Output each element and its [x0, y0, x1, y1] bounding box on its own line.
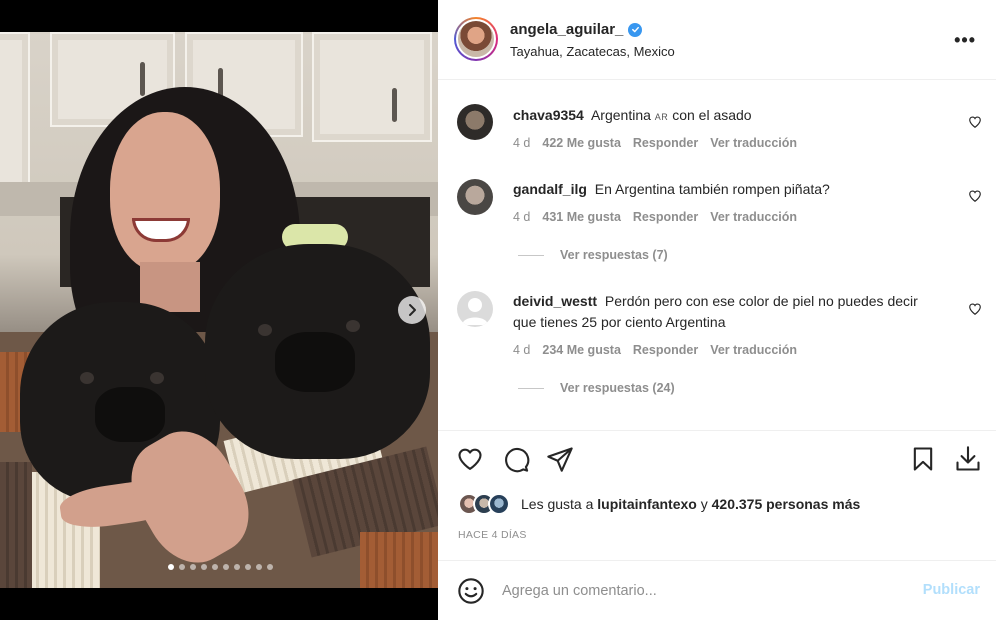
comment-age[interactable]: 4 d: [513, 210, 530, 224]
carousel-dot: [256, 564, 262, 570]
carousel-dot: [168, 564, 174, 570]
photo-cabinet-handle: [392, 88, 397, 122]
carousel-dot: [245, 564, 251, 570]
photo-pug-muzzle: [95, 387, 165, 442]
replies-divider: [518, 254, 544, 256]
commenter-username[interactable]: deivid_westt: [513, 293, 597, 309]
carousel-dot: [267, 564, 273, 570]
heart-icon[interactable]: [968, 302, 982, 316]
translate-button[interactable]: Ver traducción: [710, 136, 797, 150]
reply-button[interactable]: Responder: [633, 343, 698, 357]
view-replies-button[interactable]: Ver respuestas (24): [518, 381, 675, 395]
likes-prefix: Les gusta a: [521, 496, 594, 512]
carousel-dot: [212, 564, 218, 570]
default-avatar-icon: [462, 298, 488, 325]
post-timestamp[interactable]: Hace 4 días: [458, 529, 527, 541]
post-location[interactable]: Tayahua, Zacatecas, Mexico: [510, 44, 675, 59]
comment-bubble-icon: [505, 447, 530, 473]
comment-composer: Publicar: [438, 560, 996, 620]
replies-divider: [518, 387, 544, 389]
carousel-dot: [179, 564, 185, 570]
emoji-icon[interactable]: [457, 577, 485, 605]
translate-button[interactable]: Ver traducción: [710, 343, 797, 357]
heart-icon[interactable]: [968, 115, 982, 129]
comment-age[interactable]: 4 d: [513, 343, 530, 357]
liker-username[interactable]: lupitainfantexo: [597, 496, 697, 512]
photo-sweater-stripe: [360, 532, 438, 588]
carousel-dot: [234, 564, 240, 570]
carousel-dot: [190, 564, 196, 570]
heart-icon: [458, 448, 482, 470]
comment-likes[interactable]: 431 Me gusta: [542, 210, 621, 224]
carousel-dot: [223, 564, 229, 570]
commenter-username[interactable]: gandalf_ilg: [513, 181, 587, 197]
publish-button[interactable]: Publicar: [923, 582, 980, 598]
photo-pug-eye: [150, 372, 164, 384]
comment-age[interactable]: 4 d: [513, 136, 530, 150]
likes-joiner: y: [700, 496, 708, 512]
commenter-username[interactable]: chava9354: [513, 107, 584, 123]
next-slide-button[interactable]: [398, 296, 426, 324]
more-options-button[interactable]: •••: [954, 30, 976, 51]
post-photo[interactable]: [0, 32, 438, 588]
comment-likes[interactable]: 234 Me gusta: [542, 343, 621, 357]
photo-pug-eye: [346, 320, 360, 332]
verified-badge-icon: [628, 22, 643, 37]
share-button[interactable]: [546, 445, 574, 473]
author-username[interactable]: angela_aguilar_: [510, 21, 623, 38]
author-username-row: angela_aguilar_: [510, 21, 643, 38]
photo-face: [110, 112, 220, 272]
flag-ar-icon: AR: [654, 112, 669, 122]
post-detail-panel: angela_aguilar_ Tayahua, Zacatecas, Mexi…: [438, 0, 996, 620]
reply-button[interactable]: Responder: [633, 136, 698, 150]
post-actions: Les gusta a lupitainfantexo y 420.375 pe…: [438, 430, 996, 560]
photo-pug-muzzle: [275, 332, 355, 392]
likes-others[interactable]: 420.375 personas más: [712, 496, 861, 512]
carousel-dot: [201, 564, 207, 570]
commenter-avatar[interactable]: [457, 179, 493, 215]
comment-text: Argentina: [590, 107, 651, 123]
photo-cabinet-handle: [140, 62, 145, 96]
comment-text-continued: con el asado: [672, 107, 752, 123]
save-button[interactable]: [909, 445, 937, 473]
send-icon: [547, 447, 573, 472]
photo-sweater-stripe: [0, 462, 32, 588]
view-replies-button[interactable]: Ver respuestas (7): [518, 248, 668, 262]
chevron-right-icon: [409, 304, 416, 316]
photo-cabinet: [312, 32, 432, 142]
like-button[interactable]: [456, 445, 484, 473]
comment-likes[interactable]: 422 Me gusta: [542, 136, 621, 150]
download-button[interactable]: [954, 445, 982, 473]
photo-pug-eye: [258, 324, 272, 336]
post-header: angela_aguilar_ Tayahua, Zacatecas, Mexi…: [438, 0, 996, 80]
liker-avatar: [488, 493, 510, 515]
reply-button[interactable]: Responder: [633, 210, 698, 224]
comment-button[interactable]: [502, 445, 530, 473]
download-icon: [956, 446, 980, 471]
comments-list[interactable]: chava9354 Argentina AR con el asado 4 d …: [438, 81, 996, 429]
commenter-avatar[interactable]: [457, 291, 493, 327]
comment-input[interactable]: [502, 579, 902, 603]
view-replies-label: Ver respuestas (7): [560, 248, 668, 262]
heart-icon[interactable]: [968, 189, 982, 203]
translate-button[interactable]: Ver traducción: [710, 210, 797, 224]
photo-pug-eye: [80, 372, 94, 384]
author-avatar[interactable]: [454, 17, 498, 61]
bookmark-icon: [913, 447, 933, 471]
likes-summary: Les gusta a lupitainfantexo y 420.375 pe…: [458, 493, 860, 515]
carousel-dots: [168, 564, 273, 570]
comment-text: En Argentina también rompen piñata?: [594, 181, 830, 197]
post-media[interactable]: [0, 0, 438, 620]
view-replies-label: Ver respuestas (24): [560, 381, 675, 395]
commenter-avatar[interactable]: [457, 104, 493, 140]
